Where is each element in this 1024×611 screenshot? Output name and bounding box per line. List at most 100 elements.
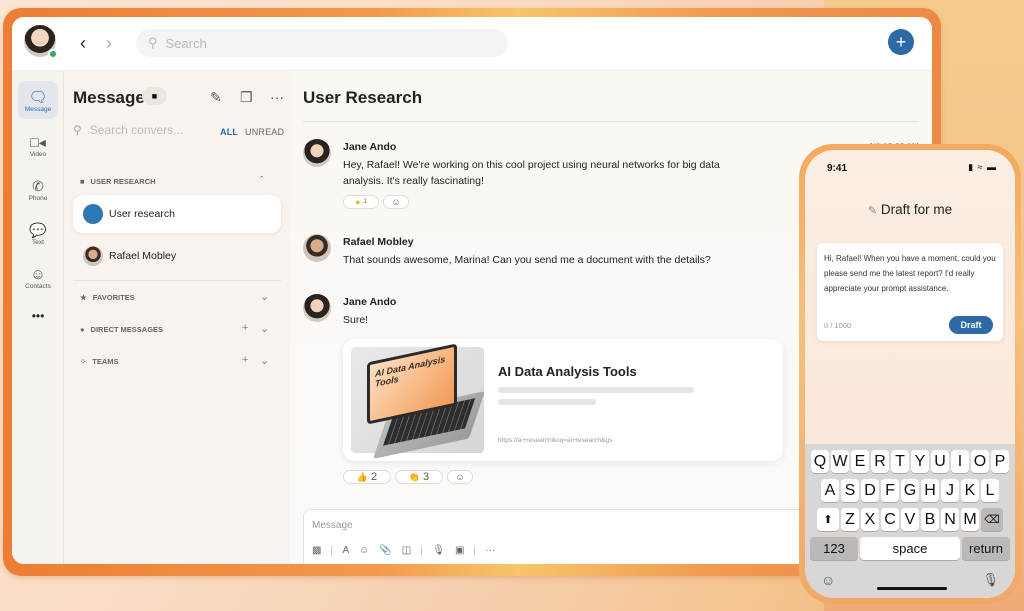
chevron-down-icon[interactable]: ⌄ <box>260 322 269 335</box>
ai-assist-icon[interactable]: ▩ <box>312 545 321 556</box>
search-placeholder: Search convers... <box>89 123 184 137</box>
key-d[interactable]: D <box>861 479 879 502</box>
new-button[interactable]: + <box>888 29 914 55</box>
key-a[interactable]: A <box>821 479 839 502</box>
attachment-icon[interactable]: 📎 <box>379 545 391 556</box>
key-u[interactable]: U <box>931 450 949 473</box>
section-favorites[interactable]: ★ FAVORITES <box>80 293 135 302</box>
emoji-icon[interactable]: ☺ <box>821 572 835 588</box>
key-v[interactable]: V <box>901 508 919 531</box>
return-key[interactable]: return <box>962 537 1010 560</box>
reaction-count: 2 <box>371 471 378 483</box>
key-f[interactable]: F <box>881 479 899 502</box>
microphone-icon[interactable]: 🎙 <box>982 572 999 588</box>
key-x[interactable]: X <box>861 508 879 531</box>
rail-item-text[interactable]: 💬 Text <box>18 215 58 253</box>
conversation-search-input[interactable]: ⚲ Search convers... <box>73 123 183 137</box>
filter-all-tab[interactable]: ALL <box>220 127 238 137</box>
top-bar: ‹ › ⚲ Search + <box>12 17 932 71</box>
camera-icon[interactable]: ▣ <box>455 545 464 556</box>
section-label: DIRECT MESSAGES <box>90 325 164 334</box>
composer-toolbar: ▩ A ☺ 📎 ◫ 🎙 ▣ ··· <box>312 545 495 556</box>
key-e[interactable]: E <box>851 450 869 473</box>
key-l[interactable]: L <box>981 479 999 502</box>
draft-button[interactable]: Draft <box>949 316 993 334</box>
chat-item-rafael-mobley[interactable]: Rafael Mobley <box>73 237 281 275</box>
chevron-up-icon[interactable]: ˆ <box>260 175 264 187</box>
draft-card[interactable]: Hi, Rafael! When you have a moment, coul… <box>817 243 1003 341</box>
add-icon[interactable]: + <box>242 354 248 366</box>
chevron-down-icon[interactable]: ⌄ <box>260 290 269 303</box>
gif-icon[interactable]: ◫ <box>402 545 411 556</box>
rail-item-phone[interactable]: ✆ Phone <box>18 171 58 209</box>
key-m[interactable]: M <box>961 508 979 531</box>
add-icon[interactable]: + <box>242 322 248 334</box>
chat-title: User Research <box>303 88 423 107</box>
section-teams[interactable]: ⁘ TEAMS <box>80 357 119 366</box>
reaction-chip-thumbs-up[interactable]: 👍 2 <box>343 470 391 484</box>
avatar <box>303 139 331 167</box>
thumbs-up-icon: 👍 <box>356 471 369 482</box>
rail-item-message[interactable]: 🗨 Message <box>18 81 58 119</box>
chat-name: Rafael Mobley <box>109 250 177 262</box>
key-i[interactable]: I <box>951 450 969 473</box>
key-h[interactable]: H <box>921 479 939 502</box>
more-icon[interactable]: ••• <box>18 297 58 335</box>
wifi-icon: ≈ <box>977 162 984 172</box>
key-b[interactable]: B <box>921 508 939 531</box>
reaction-chip-clap[interactable]: 👏 3 <box>395 470 443 484</box>
numbers-key[interactable]: 123 <box>810 537 858 560</box>
message-text: That sounds awesome, Marina! Can you sen… <box>343 254 711 266</box>
emoji-icon[interactable]: ☺ <box>359 545 369 556</box>
back-button[interactable]: ‹ <box>80 33 86 54</box>
add-reaction-icon[interactable]: ☺ <box>383 195 409 209</box>
more-options-icon[interactable]: ··· <box>270 89 284 105</box>
section-user-research[interactable]: ■ USER RESEARCH <box>80 177 156 186</box>
global-search-input[interactable]: ⚲ Search <box>136 29 508 57</box>
key-t[interactable]: T <box>891 450 909 473</box>
contacts-icon: ☺ <box>30 266 46 283</box>
backspace-key[interactable]: ⌫ <box>981 508 1003 531</box>
key-o[interactable]: O <box>971 450 989 473</box>
chat-name: User research <box>109 208 175 220</box>
section-label: USER RESEARCH <box>90 177 156 186</box>
key-p[interactable]: P <box>991 450 1009 473</box>
folder-icon[interactable]: ■ <box>142 87 167 105</box>
rail-label: Contacts <box>25 283 51 290</box>
draft-title-text: Draft for me <box>880 202 953 217</box>
video-icon: □◂ <box>30 134 46 150</box>
key-s[interactable]: S <box>841 479 859 502</box>
key-z[interactable]: Z <box>841 508 859 531</box>
format-text-icon[interactable]: A <box>342 545 349 556</box>
more-icon[interactable]: ··· <box>485 545 495 556</box>
rail-item-contacts[interactable]: ☺ Contacts <box>18 259 58 297</box>
conversation-sidebar: Message ■ ✎ ❒ ··· ⚲ Search convers... AL… <box>64 71 290 564</box>
key-g[interactable]: G <box>901 479 919 502</box>
key-y[interactable]: Y <box>911 450 929 473</box>
compose-icon[interactable]: ✎ <box>210 89 222 106</box>
microphone-icon[interactable]: 🎙 <box>432 545 445 556</box>
chat-item-user-research[interactable]: User research <box>73 195 281 233</box>
forward-button[interactable]: › <box>106 33 112 54</box>
chevron-down-icon[interactable]: ⌄ <box>260 354 269 367</box>
rail-item-video[interactable]: □◂ Video <box>18 127 58 165</box>
add-reaction-icon[interactable]: ☺ <box>447 470 473 484</box>
reaction-chip[interactable]: ● 1 <box>343 195 379 209</box>
key-n[interactable]: N <box>941 508 959 531</box>
key-r[interactable]: R <box>871 450 889 473</box>
message-text: Sure! <box>343 314 369 326</box>
shift-key[interactable]: ⬆ <box>817 508 839 531</box>
filter-unread-tab[interactable]: UNREAD <box>245 127 284 137</box>
section-direct-messages[interactable]: ● DIRECT MESSAGES <box>80 325 163 334</box>
draft-text[interactable]: Hi, Rafael! When you have a moment, coul… <box>824 251 996 296</box>
key-w[interactable]: W <box>831 450 849 473</box>
bookmark-icon[interactable]: ❒ <box>240 89 253 106</box>
key-c[interactable]: C <box>881 508 899 531</box>
section-label: TEAMS <box>92 357 119 366</box>
key-j[interactable]: J <box>941 479 959 502</box>
link-preview-card[interactable]: AI Data Analysis Tools AI Data Analysis … <box>343 339 783 461</box>
search-icon: ⚲ <box>73 123 82 137</box>
key-k[interactable]: K <box>961 479 979 502</box>
space-key[interactable]: space <box>860 537 960 560</box>
key-q[interactable]: Q <box>811 450 829 473</box>
